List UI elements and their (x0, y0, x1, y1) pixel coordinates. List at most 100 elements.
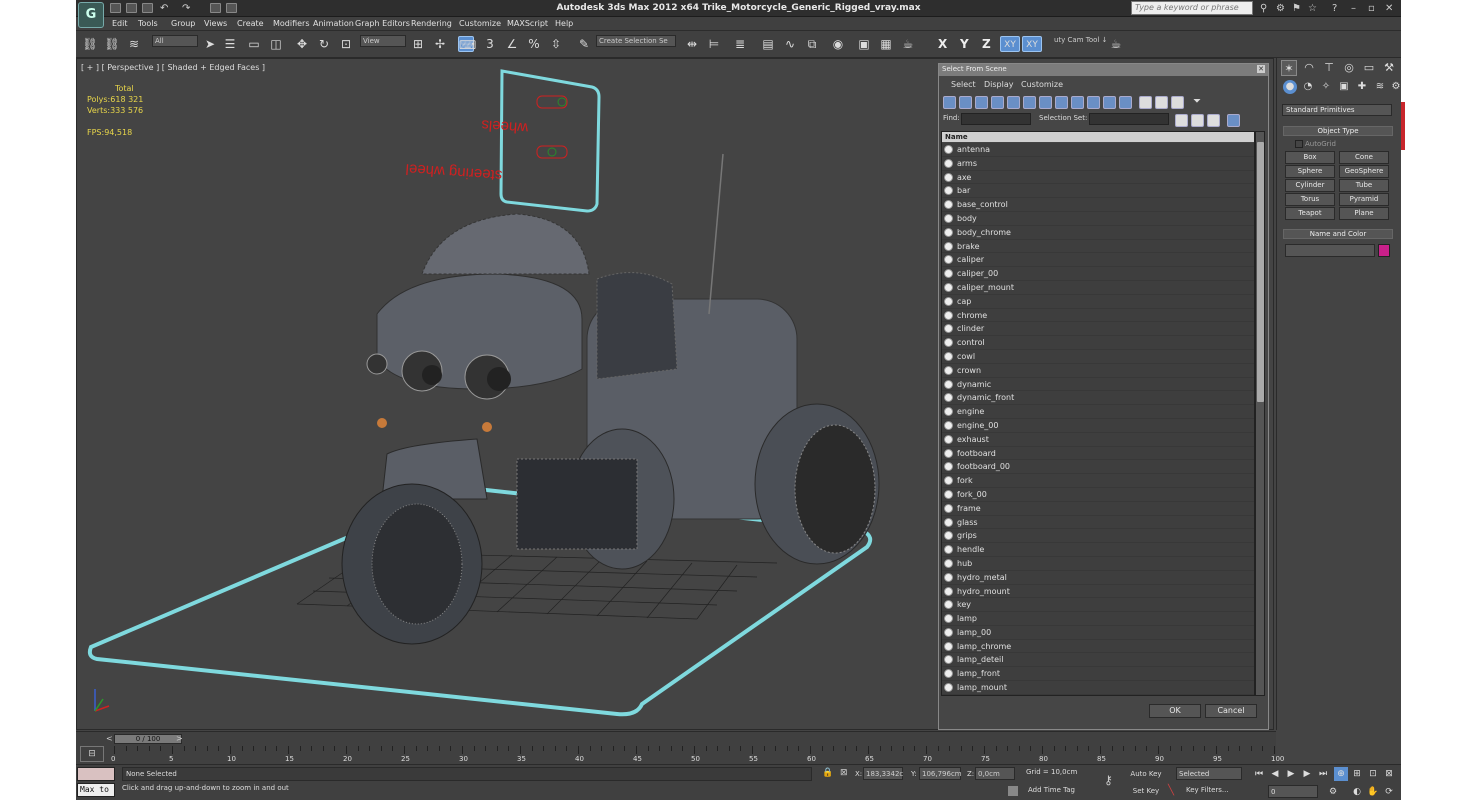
motion-tab-icon[interactable]: ◎ (1341, 60, 1357, 76)
y-coordinate-input[interactable]: 106,796cm (919, 767, 962, 780)
list-item[interactable]: frame (942, 501, 1254, 516)
field-of-view-icon[interactable]: ◐ (1350, 785, 1364, 799)
snaps-toggle-icon[interactable]: 3 (482, 36, 498, 52)
list-item[interactable]: crown (942, 363, 1254, 378)
menu-rendering[interactable]: Rendering (411, 19, 452, 28)
list-item[interactable]: engine_00 (942, 418, 1254, 433)
hierarchy-tab-icon[interactable]: ⊤ (1321, 60, 1337, 76)
percent-snap-icon[interactable]: % (526, 36, 542, 52)
helpers-filter-icon[interactable] (1007, 96, 1020, 109)
xrefs-filter-icon[interactable] (1055, 96, 1068, 109)
list-item[interactable]: hendle (942, 543, 1254, 557)
search-input[interactable]: Type a keyword or phrase (1131, 1, 1253, 15)
menu-graph-editors[interactable]: Graph Editors (355, 19, 410, 28)
list-item[interactable]: bar (942, 184, 1254, 199)
menu-maxscript[interactable]: MAXScript (507, 19, 548, 28)
menu-help[interactable]: Help (555, 19, 573, 28)
x-coordinate-input[interactable]: 183,3342c (863, 767, 903, 780)
keyboard-shortcut-toggle-icon[interactable]: ⌨ (458, 36, 476, 52)
display-all-icon[interactable] (1139, 96, 1152, 109)
list-item[interactable]: exhaust (942, 432, 1254, 447)
filter-icon[interactable]: ⏷ (1193, 96, 1206, 109)
bones-filter-icon[interactable] (1071, 96, 1084, 109)
minimize-icon[interactable]: – (1351, 3, 1356, 14)
display-tab-icon[interactable]: ▭ (1361, 60, 1377, 76)
menu-create[interactable]: Create (237, 19, 264, 28)
select-by-name-icon[interactable]: ☰ (222, 36, 238, 52)
select-object-icon[interactable]: ➤ (202, 36, 218, 52)
groups-filter-icon[interactable] (1039, 96, 1052, 109)
zoom-extents-all-icon[interactable]: ⊠ (1382, 767, 1396, 781)
primitive-category-dropdown[interactable]: Standard Primitives (1282, 104, 1392, 116)
torus-button[interactable]: Torus (1285, 193, 1335, 206)
rectangular-selection-icon[interactable]: ▭ (246, 36, 262, 52)
subscription-icon[interactable]: ⚙ (1276, 3, 1285, 14)
list-item[interactable]: arms (942, 156, 1254, 171)
select-manipulate-icon[interactable]: ✢ (432, 36, 448, 52)
column-header-name[interactable]: Name (942, 132, 1254, 142)
list-item[interactable]: body (942, 211, 1254, 226)
modify-tab-icon[interactable]: ◠ (1301, 60, 1317, 76)
list-item[interactable]: lamp_mount (942, 681, 1254, 695)
graphite-ribbon-icon[interactable]: ▤ (760, 36, 776, 52)
spinner-snap-icon[interactable]: ⇳ (548, 36, 564, 52)
list-item[interactable]: lamp (942, 612, 1254, 626)
sync-selection-icon[interactable] (1227, 114, 1240, 127)
hidden-filter-icon[interactable] (1119, 96, 1132, 109)
next-frame-icon[interactable]: ▶ (1300, 767, 1314, 781)
time-slider-next-icon[interactable]: > (176, 734, 183, 743)
list-item[interactable]: dynamic (942, 377, 1254, 392)
list-item[interactable]: caliper_00 (942, 267, 1254, 281)
list-item[interactable]: fork_00 (942, 487, 1254, 502)
autogrid-checkbox[interactable] (1295, 140, 1303, 148)
edit-named-selection-icon[interactable]: ✎ (576, 36, 592, 52)
maximize-icon[interactable]: ▫ (1368, 3, 1375, 14)
cylinder-button[interactable]: Cylinder (1285, 179, 1335, 192)
menu-animation[interactable]: Animation (313, 19, 354, 28)
play-icon[interactable]: ▶ (1284, 767, 1298, 781)
time-tag-icon[interactable] (1008, 786, 1018, 796)
pivot-center-icon[interactable]: ⊞ (410, 36, 426, 52)
teapot-icon[interactable]: ☕ (1108, 36, 1124, 52)
display-none-icon[interactable] (1155, 96, 1168, 109)
axis-z-button[interactable]: Z (982, 37, 991, 51)
lock-icon[interactable]: 🔒 (822, 768, 833, 778)
bind-space-warp-icon[interactable]: ≋ (126, 36, 142, 52)
list-item[interactable]: brake (942, 239, 1254, 254)
list-item[interactable]: grips (942, 529, 1254, 544)
go-to-end-icon[interactable]: ⏭ (1316, 767, 1330, 781)
list-item[interactable]: lamp_front (942, 667, 1254, 682)
systems-category-icon[interactable]: ⚙ (1389, 80, 1401, 94)
cameras-filter-icon[interactable] (991, 96, 1004, 109)
list-item[interactable]: base_control (942, 198, 1254, 212)
move-icon[interactable]: ✥ (294, 36, 310, 52)
current-frame-input[interactable]: 0 (1268, 785, 1318, 798)
render-production-icon[interactable]: ☕ (900, 36, 916, 52)
absolute-mode-icon[interactable]: ⊠ (840, 768, 848, 778)
axis-x-button[interactable]: X (938, 37, 947, 51)
name-and-color-rollout[interactable]: Name and Color (1283, 229, 1393, 239)
key-mode-icon[interactable]: ╲ (1168, 785, 1174, 796)
key-selection-dropdown[interactable]: Selected (1176, 767, 1242, 780)
list-item[interactable]: caliper_mount (942, 280, 1254, 295)
list-item[interactable]: dynamic_front (942, 391, 1254, 406)
teapot-button[interactable]: Teapot (1285, 207, 1335, 220)
list-item[interactable]: chrome (942, 308, 1254, 323)
list-item[interactable]: hydro_mount (942, 584, 1254, 599)
link-icon[interactable]: ⛓ (82, 36, 98, 52)
geometry-filter-icon[interactable] (943, 96, 956, 109)
set-key-button[interactable]: Set Key (1126, 785, 1166, 798)
list-item[interactable]: key (942, 598, 1254, 613)
select-all-icon[interactable] (1175, 114, 1188, 127)
orbit-icon[interactable]: ⟳ (1382, 785, 1396, 799)
pyramid-button[interactable]: Pyramid (1339, 193, 1389, 206)
menu-modifiers[interactable]: Modifiers (273, 19, 310, 28)
spacewarps-filter-icon[interactable] (1023, 96, 1036, 109)
zoom-extents-icon[interactable]: ⊡ (1366, 767, 1380, 781)
plane-button[interactable]: Plane (1339, 207, 1389, 220)
dialog-tab-select[interactable]: Select (951, 80, 976, 89)
dialog-tab-display[interactable]: Display (984, 80, 1014, 89)
list-item[interactable]: hydro_metal (942, 570, 1254, 585)
list-item[interactable]: caliper (942, 253, 1254, 268)
rotate-icon[interactable]: ↻ (316, 36, 332, 52)
